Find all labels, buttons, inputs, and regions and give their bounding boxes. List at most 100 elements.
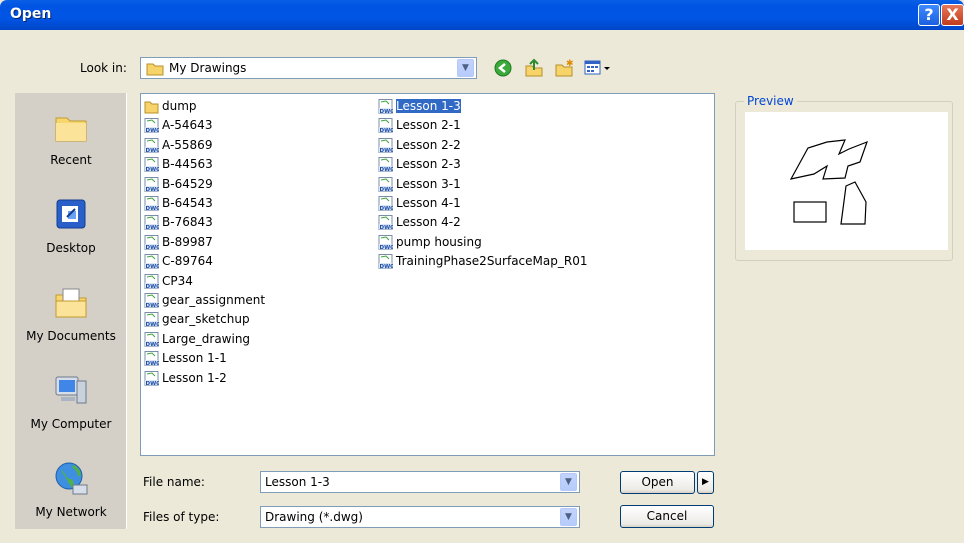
file-type-select[interactable]: Drawing (*.dwg) ▼ [260,506,580,528]
file-name: B-64543 [162,196,213,210]
place-label: My Computer [30,417,112,431]
file-name-label: File name: [143,475,205,489]
open-button[interactable]: Open [620,471,695,494]
list-item[interactable]: DWGLesson 2-3 [378,155,461,174]
list-item[interactable]: DWGC-89764 [144,252,213,271]
up-folder-icon[interactable] [524,58,544,78]
chevron-down-icon[interactable]: ▼ [560,473,577,491]
file-name: A-54643 [162,118,213,133]
svg-text:DWG: DWG [146,245,160,250]
folder-icon [53,109,89,145]
dwg-file-icon: DWG [378,254,395,270]
list-item[interactable]: DWGLesson 2-1 [378,116,461,135]
svg-text:✱: ✱ [566,59,574,69]
list-item[interactable]: dump [144,97,197,116]
dwg-file-icon: DWG [144,196,161,212]
list-item[interactable]: DWGpump housing [378,233,482,252]
svg-text:DWG: DWG [380,206,394,211]
file-name: C-89764 [162,254,213,269]
dwg-file-icon: DWG [144,293,161,309]
svg-text:DWG: DWG [380,225,394,230]
dwg-file-icon: DWG [378,118,395,134]
svg-text:DWG: DWG [380,128,394,133]
list-item[interactable]: DWGLesson 1-1 [144,349,227,368]
svg-text:DWG: DWG [146,225,160,230]
preview-image [745,112,948,250]
file-name-field[interactable]: Lesson 1-3 ▼ [260,471,580,493]
place-label: My Network [35,505,107,519]
list-item[interactable]: DWGA-54643 [144,116,212,135]
place-label: My Documents [26,329,116,343]
views-menu-icon[interactable] [584,59,612,77]
file-name: CP34 [162,273,193,288]
place-my-network[interactable]: My Network [15,455,127,543]
file-name: Lesson 1-1 [162,351,227,366]
list-item[interactable]: DWGLesson 2-2 [378,136,461,155]
svg-text:DWG: DWG [146,342,160,347]
back-icon[interactable] [494,59,512,77]
list-item[interactable]: DWGA-55869 [144,136,212,155]
file-name: Lesson 2-2 [396,137,461,152]
list-item[interactable]: DWGB-89987 [144,233,213,252]
file-name: A-55869 [162,137,213,152]
place-recent[interactable]: Recent [15,103,127,191]
list-item[interactable]: DWGLarge_drawing [144,330,250,349]
close-button[interactable]: X [941,4,964,26]
network-icon [53,461,89,497]
file-name: B-44563 [162,157,213,172]
place-desktop[interactable]: Desktop [15,191,127,279]
svg-text:DWG: DWG [380,167,394,172]
look-in-combo[interactable]: My Drawings ▼ [140,57,477,79]
dwg-file-icon: DWG [144,176,161,193]
new-folder-icon[interactable]: ✱ [554,58,574,78]
dwg-file-icon: DWG [144,234,161,251]
help-button[interactable]: ? [918,4,940,26]
list-item[interactable]: DWGB-44563 [144,155,213,174]
svg-text:DWG: DWG [146,322,160,327]
list-item[interactable]: DWGB-76843 [144,213,213,232]
computer-icon [53,373,89,409]
place-label: Recent [50,153,92,167]
list-item[interactable]: DWGgear_assignment [144,291,265,310]
place-my-documents[interactable]: My Documents [15,279,127,367]
list-item-selected[interactable]: DWGLesson 1-3 [378,97,461,116]
chevron-down-icon[interactable]: ▼ [560,508,577,526]
svg-text:DWG: DWG [146,303,160,308]
svg-text:DWG: DWG [380,109,394,114]
dwg-file-icon: DWG [144,137,161,154]
list-item[interactable]: DWGLesson 3-1 [378,175,461,194]
list-item[interactable]: DWGgear_sketchup [144,310,250,329]
list-item[interactable]: DWGLesson 4-2 [378,213,461,232]
preview-label: Preview [744,94,797,108]
desktop-icon [53,197,89,233]
place-my-computer[interactable]: My Computer [15,367,127,455]
cancel-button[interactable]: Cancel [620,505,714,528]
dwg-file-icon: DWG [144,370,161,387]
file-type-label: Files of type: [143,510,220,524]
list-item[interactable]: DWGTrainingPhase2SurfaceMap_R01 [378,252,587,271]
file-name: TrainingPhase2SurfaceMap_R01 [396,254,588,269]
svg-text:DWG: DWG [380,187,394,192]
list-item[interactable]: DWGLesson 1-2 [144,369,227,388]
my-documents-icon [53,285,89,321]
dwg-file-icon: DWG [378,234,395,251]
file-name-value: Lesson 1-3 [265,475,330,489]
place-label: Desktop [46,241,96,255]
list-item[interactable]: DWGCP34 [144,272,193,291]
file-name: Lesson 1-3 [396,99,461,113]
chevron-down-icon[interactable]: ▼ [457,59,474,77]
svg-text:DWG: DWG [146,128,160,133]
file-name: gear_sketchup [162,312,250,327]
file-name: B-76843 [162,215,213,230]
list-item[interactable]: DWGB-64529 [144,175,213,194]
open-options-arrow[interactable]: ▶ [697,471,714,494]
file-list[interactable]: dumpDWGA-54643DWGA-55869DWGB-44563DWGB-6… [140,93,715,456]
file-name: Lesson 1-2 [162,370,227,385]
list-item[interactable]: DWGB-64543 [144,194,213,213]
list-item[interactable]: DWGLesson 4-1 [378,194,461,213]
title-bar[interactable]: Open ? X [0,0,964,30]
svg-text:DWG: DWG [146,187,160,192]
dwg-file-icon: DWG [144,331,161,348]
file-name: B-64529 [162,176,213,191]
dwg-file-icon: DWG [378,176,395,193]
